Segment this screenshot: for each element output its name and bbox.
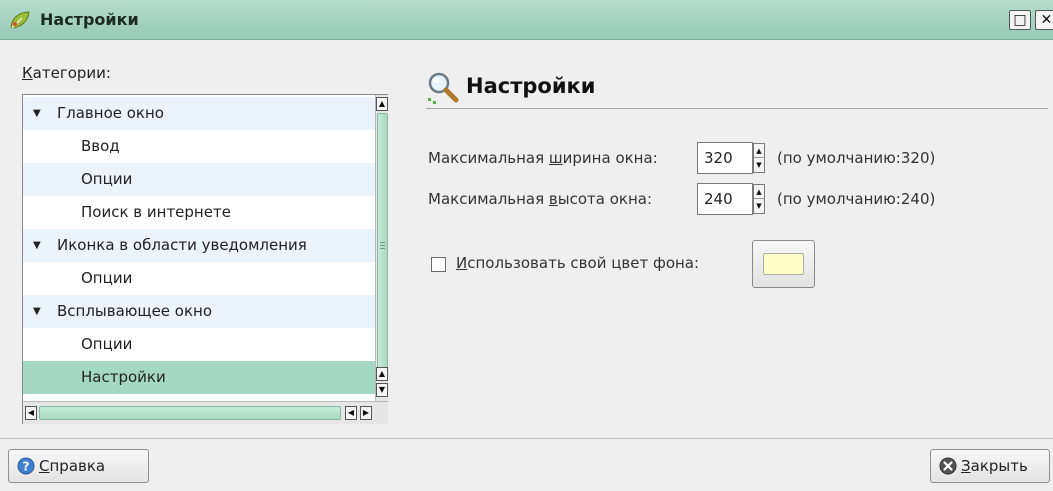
tree-item-web-search[interactable]: Поиск в интернете <box>23 196 375 229</box>
label-mnemonic: З <box>961 457 971 475</box>
section-divider <box>426 108 1048 109</box>
help-button[interactable]: ? Справка <box>8 449 149 483</box>
scroll-up-button-lower[interactable]: ▲ <box>376 367 388 381</box>
bg-color-picker-button[interactable] <box>752 240 815 288</box>
label-part: ирина окна: <box>562 149 658 167</box>
spin-up-icon[interactable]: ▲ <box>754 185 764 199</box>
label-mnemonic: И <box>456 254 468 272</box>
tree-item-options[interactable]: Опции <box>23 163 375 196</box>
vertical-scrollbar[interactable]: ▲ ▲ ▼ <box>375 95 388 401</box>
expand-arrow-icon[interactable]: ▼ <box>33 229 41 262</box>
max-height-input[interactable] <box>697 183 753 215</box>
section-title: Настройки <box>466 74 596 98</box>
scroll-right-button[interactable]: ▶ <box>360 406 372 420</box>
settings-window: Настройки □ ✕ Категории: ▼ Главное окно … <box>0 0 1053 491</box>
grip-line <box>380 245 385 246</box>
categories-list: ▼ Главное окно Ввод Опции Поиск в интерн… <box>23 95 375 401</box>
categories-tree[interactable]: ▼ Главное окно Ввод Опции Поиск в интерн… <box>22 94 388 424</box>
label-part: акрыть <box>970 457 1028 475</box>
scroll-up-button[interactable]: ▲ <box>376 97 388 111</box>
maximize-button[interactable]: □ <box>1009 10 1031 30</box>
tree-item-tray-icon[interactable]: ▼ Иконка в области уведомления <box>23 229 375 262</box>
help-icon: ? <box>17 457 35 475</box>
max-width-label: Максимальная ширина окна: <box>428 149 658 167</box>
close-button-label: Закрыть <box>961 457 1028 475</box>
title-bar[interactable]: Настройки □ ✕ <box>0 0 1053 40</box>
spin-up-icon[interactable]: ▲ <box>754 144 764 158</box>
horizontal-scroll-thumb[interactable] <box>39 406 341 420</box>
close-circle-icon <box>939 457 957 475</box>
tree-item-label: Опции <box>81 335 133 353</box>
tree-item-label: Настройки <box>81 368 166 386</box>
help-button-label: Справка <box>39 457 105 475</box>
expand-arrow-icon[interactable]: ▼ <box>33 97 41 130</box>
max-height-label: Максимальная высота окна: <box>428 190 652 208</box>
label-part: Максимальная <box>428 190 549 208</box>
label-part: ысота окна: <box>557 190 653 208</box>
app-leaf-icon <box>10 11 30 29</box>
tree-item-popup-window[interactable]: ▼ Всплывающее окно <box>23 295 375 328</box>
label-mnemonic: ш <box>548 149 563 167</box>
custom-bg-label[interactable]: Использовать свой цвет фона: <box>456 254 699 272</box>
custom-bg-checkbox[interactable] <box>431 257 446 272</box>
tree-item-tray-options[interactable]: Опции <box>23 262 375 295</box>
magnifier-icon <box>428 72 459 104</box>
categories-label-text: атегории: <box>32 64 111 82</box>
spin-buttons: ▲ ▼ <box>753 184 765 214</box>
spin-down-icon[interactable]: ▼ <box>754 199 764 213</box>
horizontal-scrollbar[interactable]: ◀ ◀ ▶ <box>23 401 388 424</box>
tree-item-label: Опции <box>81 269 133 287</box>
label-part: спользовать свой цвет фона: <box>467 254 700 272</box>
scroll-left-button[interactable]: ◀ <box>25 406 37 420</box>
tree-item-input[interactable]: Ввод <box>23 130 375 163</box>
svg-text:?: ? <box>23 460 30 474</box>
tree-item-label: Ввод <box>81 137 120 155</box>
expand-arrow-icon[interactable]: ▼ <box>33 295 41 328</box>
scroll-down-button[interactable]: ▼ <box>376 383 388 397</box>
categories-label: Категории: <box>22 64 111 82</box>
categories-label-mnemonic: К <box>22 64 33 82</box>
tree-item-label: Поиск в интернете <box>81 203 231 221</box>
bg-color-swatch <box>763 253 804 275</box>
tree-item-label: Опции <box>81 170 133 188</box>
scroll-left-button-right[interactable]: ◀ <box>345 406 357 420</box>
tree-item-popup-options[interactable]: Опции <box>23 328 375 361</box>
spin-buttons: ▲ ▼ <box>753 143 765 173</box>
vertical-scroll-thumb[interactable] <box>377 113 388 381</box>
tree-item-popup-settings[interactable]: Настройки <box>23 361 375 394</box>
grip-line <box>380 242 385 243</box>
close-window-button[interactable]: ✕ <box>1035 10 1053 30</box>
window-title: Настройки <box>40 10 139 29</box>
tree-item-label: Иконка в области уведомления <box>57 236 307 254</box>
grip-line <box>380 248 385 249</box>
max-height-spinbox[interactable]: ▲ ▼ <box>697 183 773 215</box>
max-height-default-note: (по умолчанию:240) <box>777 190 936 208</box>
label-part: правка <box>49 457 106 475</box>
spin-down-icon[interactable]: ▼ <box>754 158 764 172</box>
tree-item-label: Главное окно <box>57 104 164 122</box>
max-width-input[interactable] <box>697 142 753 174</box>
tree-item-label: Всплывающее окно <box>57 302 213 320</box>
label-part: Максимальная <box>428 149 549 167</box>
label-mnemonic: в <box>548 190 558 208</box>
close-button[interactable]: Закрыть <box>930 449 1050 483</box>
max-width-default-note: (по умолчанию:320) <box>777 149 936 167</box>
footer-divider <box>0 438 1053 439</box>
max-width-spinbox[interactable]: ▲ ▼ <box>697 142 773 174</box>
label-mnemonic: С <box>39 457 50 475</box>
tree-item-main-window[interactable]: ▼ Главное окно <box>23 97 375 130</box>
